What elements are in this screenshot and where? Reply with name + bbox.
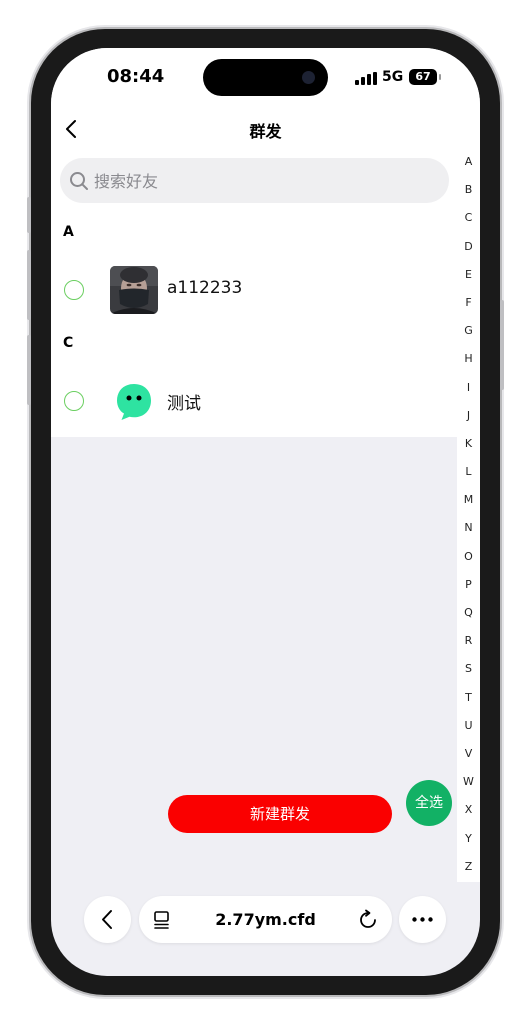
index-letter[interactable]: E bbox=[457, 261, 480, 289]
index-letter[interactable]: L bbox=[457, 458, 480, 486]
index-letter[interactable]: X bbox=[457, 796, 480, 824]
index-letter[interactable]: H bbox=[457, 345, 480, 373]
more-menu-button[interactable] bbox=[399, 896, 446, 943]
dynamic-island bbox=[203, 59, 328, 96]
status-bar: 08:44 5G 67 bbox=[51, 48, 480, 110]
index-letter[interactable]: T bbox=[457, 684, 480, 712]
search-input[interactable] bbox=[94, 170, 394, 192]
contact-name: 测试 bbox=[167, 394, 201, 414]
index-letter[interactable]: B bbox=[457, 176, 480, 204]
url-text: 2.77ym.cfd bbox=[215, 910, 316, 929]
page-title: 群发 bbox=[249, 122, 282, 141]
index-letter[interactable]: G bbox=[457, 317, 480, 345]
index-letter[interactable]: C bbox=[457, 204, 480, 232]
nav-bar: 群发 bbox=[51, 110, 480, 148]
index-letter[interactable]: Q bbox=[457, 599, 480, 627]
chevron-left-icon bbox=[102, 910, 112, 929]
search-bar[interactable] bbox=[60, 158, 449, 203]
camera-icon bbox=[302, 71, 315, 84]
index-letter[interactable]: S bbox=[457, 655, 480, 683]
index-letter[interactable]: M bbox=[457, 486, 480, 514]
index-letter[interactable]: I bbox=[457, 374, 480, 402]
section-header-c: C bbox=[63, 335, 74, 351]
index-letter[interactable]: Y bbox=[457, 825, 480, 853]
reload-icon[interactable] bbox=[357, 909, 379, 931]
index-letter[interactable]: P bbox=[457, 571, 480, 599]
index-letter[interactable]: W bbox=[457, 768, 480, 796]
index-letter[interactable]: K bbox=[457, 430, 480, 458]
select-all-button[interactable]: 全选 bbox=[406, 780, 452, 826]
battery-cap-icon bbox=[439, 74, 441, 80]
search-icon bbox=[70, 172, 88, 190]
alphabet-index-bar[interactable]: ABCDEFGHIJKLMNOPQRSTUVWXYZ bbox=[457, 148, 480, 882]
person-photo-avatar bbox=[110, 266, 158, 314]
index-letter[interactable]: V bbox=[457, 740, 480, 768]
section-header-a: A bbox=[63, 224, 74, 240]
contact-row[interactable]: 测试 bbox=[51, 369, 456, 429]
select-radio[interactable] bbox=[64, 280, 84, 300]
phone-screen: 08:44 5G 67 群发 A bbox=[51, 48, 480, 976]
create-group-send-button[interactable]: 新建群发 bbox=[168, 795, 392, 833]
status-time: 08:44 bbox=[107, 66, 165, 87]
index-letter[interactable]: N bbox=[457, 514, 480, 542]
index-letter[interactable]: J bbox=[457, 402, 480, 430]
more-icon bbox=[412, 917, 433, 922]
index-letter[interactable]: Z bbox=[457, 853, 480, 881]
select-radio[interactable] bbox=[64, 391, 84, 411]
address-bar[interactable]: 2.77ym.cfd bbox=[139, 896, 392, 943]
network-type: 5G bbox=[382, 69, 404, 85]
contact-row[interactable]: a112233 bbox=[51, 258, 456, 318]
chat-bubble-avatar bbox=[110, 377, 158, 425]
index-letter[interactable]: U bbox=[457, 712, 480, 740]
action-button bbox=[27, 197, 31, 233]
volume-up-button bbox=[27, 250, 31, 320]
browser-back-button[interactable] bbox=[84, 896, 131, 943]
index-letter[interactable]: R bbox=[457, 627, 480, 655]
contact-name: a112233 bbox=[167, 278, 243, 298]
index-letter[interactable]: O bbox=[457, 543, 480, 571]
index-letter[interactable]: D bbox=[457, 233, 480, 261]
battery-icon: 67 bbox=[409, 69, 437, 85]
index-letter[interactable]: A bbox=[457, 148, 480, 176]
browser-toolbar: 2.77ym.cfd bbox=[51, 886, 480, 956]
signal-icon bbox=[355, 72, 379, 85]
power-button bbox=[500, 300, 504, 390]
index-letter[interactable]: F bbox=[457, 289, 480, 317]
volume-down-button bbox=[27, 335, 31, 405]
